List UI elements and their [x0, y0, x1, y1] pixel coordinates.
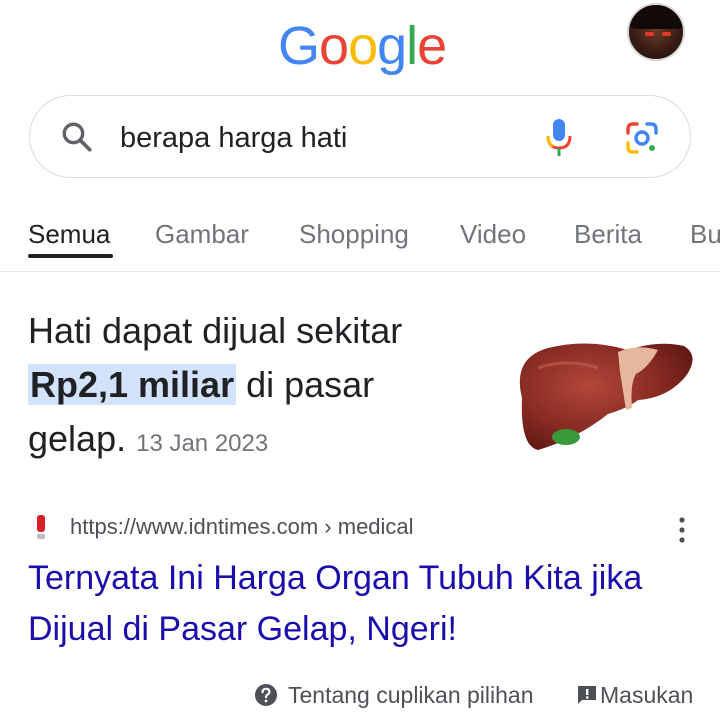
search-tabs: Semua Gambar Shopping Video Berita Bu [0, 212, 720, 272]
answer-text-before: Hati dapat dijual sekitar [28, 310, 403, 351]
feedback-icon [578, 686, 596, 704]
feedback-label: Masukan [600, 682, 694, 708]
avatar-eye [662, 32, 671, 36]
microphone-icon[interactable] [544, 116, 574, 158]
liver-image[interactable] [508, 328, 696, 456]
logo-letter: G [278, 16, 320, 76]
search-icon[interactable] [60, 120, 94, 154]
tab-berita[interactable]: Berita [574, 212, 642, 258]
logo-letter: o [348, 16, 378, 76]
logo-letter: g [377, 16, 407, 76]
tab-video[interactable]: Video [460, 212, 526, 258]
logo-letter: e [417, 16, 447, 76]
avatar-hair [629, 5, 683, 29]
logo-letter: l [406, 16, 418, 76]
tab-buku[interactable]: Bu [690, 212, 720, 258]
featured-snippet-answer: Hati dapat dijual sekitar Rp2,1 miliar d… [28, 304, 488, 471]
avatar-eye [645, 32, 654, 36]
logo-letter: o [319, 16, 349, 76]
result-title-link[interactable]: Ternyata Ini Harga Organ Tubuh Kita jika… [28, 553, 688, 655]
google-lens-icon[interactable] [624, 120, 660, 156]
snippet-date: 13 Jan 2023 [136, 430, 269, 457]
answer-highlight: Rp2,1 miliar [28, 364, 237, 405]
active-tab-indicator [28, 254, 113, 258]
about-snippets-label: Tentang cuplikan pilihan [288, 682, 534, 708]
site-favicon[interactable] [34, 514, 48, 540]
more-vert-icon[interactable] [676, 515, 688, 545]
search-query[interactable]: berapa harga hati [120, 120, 347, 156]
tabs-divider [0, 271, 720, 272]
search-box[interactable]: berapa harga hati [29, 95, 691, 178]
tab-gambar[interactable]: Gambar [155, 212, 249, 258]
google-logo[interactable]: Google [278, 14, 447, 78]
user-avatar[interactable] [627, 3, 685, 61]
result-url[interactable]: https://www.idntimes.com › medical [70, 513, 414, 541]
help-icon [255, 684, 277, 706]
tab-semua[interactable]: Semua [28, 212, 110, 258]
google-search-results-page: Google berapa harga hati Semua Gambar Sh… [0, 0, 720, 721]
tab-shopping[interactable]: Shopping [299, 212, 409, 258]
